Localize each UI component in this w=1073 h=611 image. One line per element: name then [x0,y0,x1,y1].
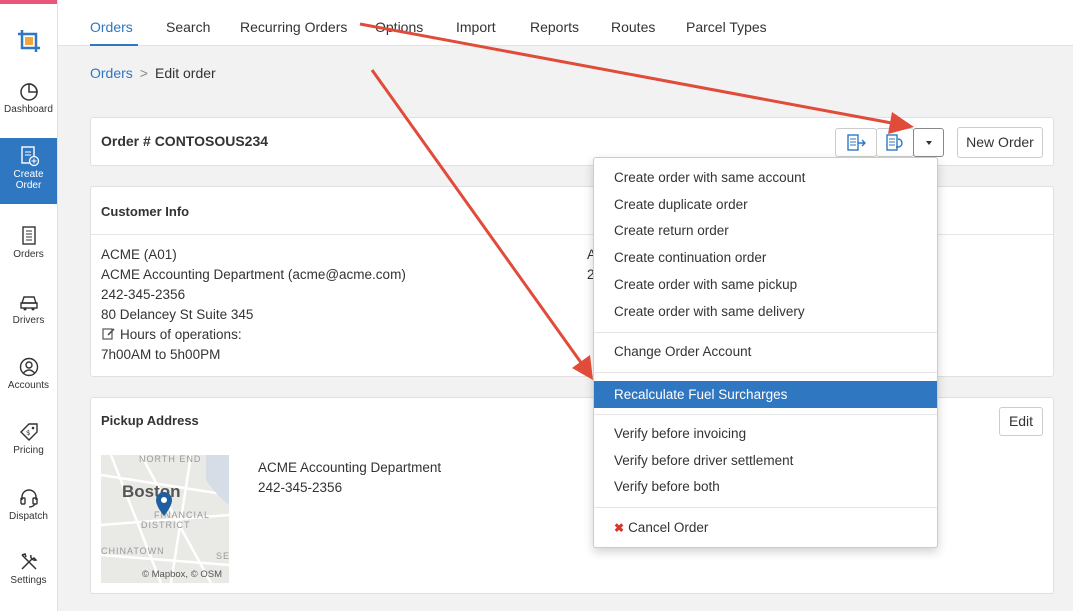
annotation-arrowhead [572,355,593,380]
annotation-arrows [359,22,914,380]
annotation-arrow-to-recalculate [370,69,584,365]
annotation-arrow-to-dropdown [359,22,898,126]
annotation-arrowhead [888,112,914,134]
